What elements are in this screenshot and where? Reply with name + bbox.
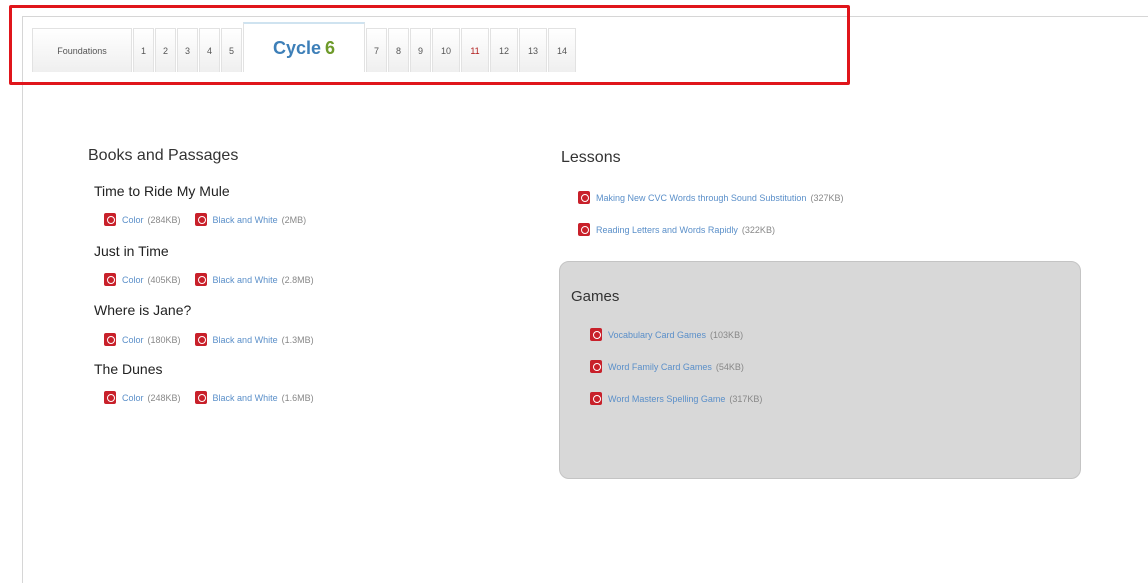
lesson-link[interactable]: Making New CVC Words through Sound Subst… [596,193,806,203]
game-item: Vocabulary Card Games (103KB) [590,328,757,341]
game-link[interactable]: Vocabulary Card Games [608,330,706,340]
pdf-icon [194,391,207,404]
tab-1[interactable]: 1 [133,28,154,72]
pdf-icon [194,333,207,346]
color-link[interactable]: Color [122,393,144,403]
lesson-item: Making New CVC Words through Sound Subst… [578,191,857,204]
tab-5[interactable]: 5 [221,28,242,72]
bw-link[interactable]: Black and White [213,335,278,345]
cycle-tabs: Foundations 1 2 3 4 5 Cycle 6 7 8 9 10 1… [32,22,577,72]
tab-foundations[interactable]: Foundations [32,28,132,72]
pdf-icon [104,273,116,286]
color-link[interactable]: Color [122,215,144,225]
book-title: Just in Time [94,243,169,259]
book-links: Color (248KB) Black and White (1.6MB) [104,391,328,404]
game-link[interactable]: Word Family Card Games [608,362,712,372]
books-section-title: Books and Passages [88,147,239,164]
file-size: (1.6MB) [281,392,314,403]
pdf-icon [194,213,207,226]
pdf-icon [578,223,590,236]
book-title: Time to Ride My Mule [94,183,230,199]
game-item: Word Masters Spelling Game (317KB) [590,392,776,405]
pdf-icon [578,191,590,204]
games-section-title: Games [571,288,620,305]
book-title: The Dunes [94,361,163,377]
file-size: (405KB) [147,274,181,285]
bw-link[interactable]: Black and White [213,393,278,403]
tab-4[interactable]: 4 [199,28,220,72]
pdf-icon [590,360,602,373]
file-size: (2.8MB) [281,274,314,285]
tab-3[interactable]: 3 [177,28,198,72]
file-size: (180KB) [147,334,181,345]
book-title: Where is Jane? [94,302,192,318]
tab-7[interactable]: 7 [366,28,387,72]
bw-link[interactable]: Black and White [213,275,278,285]
lesson-item: Reading Letters and Words Rapidly (322KB… [578,223,789,236]
file-size: (1.3MB) [281,334,314,345]
pdf-icon [104,333,116,346]
tab-11[interactable]: 11 [461,28,489,72]
tab-13[interactable]: 13 [519,28,547,72]
bw-link[interactable]: Black and White [213,215,278,225]
book-links: Color (284KB) Black and White (2MB) [104,213,320,226]
tab-cycle-6[interactable]: Cycle 6 [243,22,365,72]
tab-9[interactable]: 9 [410,28,431,72]
tab-12[interactable]: 12 [490,28,518,72]
file-size: (2MB) [281,214,307,225]
pdf-icon [104,213,116,226]
tab-cycle-number: 6 [325,37,336,58]
pdf-icon [590,392,602,405]
file-size: (248KB) [147,392,181,403]
book-links: Color (405KB) Black and White (2.8MB) [104,273,328,286]
pdf-icon [104,391,116,404]
file-size: (322KB) [741,224,775,235]
tab-cycle-label: Cycle [272,37,322,58]
tab-10[interactable]: 10 [432,28,460,72]
file-size: (327KB) [810,192,844,203]
lessons-section-title: Lessons [561,149,621,166]
file-size: (284KB) [147,214,181,225]
game-link[interactable]: Word Masters Spelling Game [608,394,725,404]
book-links: Color (180KB) Black and White (1.3MB) [104,333,328,346]
pdf-icon [194,273,207,286]
pdf-icon [590,328,602,341]
file-size: (317KB) [729,393,763,404]
game-item: Word Family Card Games (54KB) [590,360,758,373]
tab-14[interactable]: 14 [548,28,576,72]
lesson-link[interactable]: Reading Letters and Words Rapidly [596,225,738,235]
file-size: (54KB) [715,361,744,372]
color-link[interactable]: Color [122,275,144,285]
color-link[interactable]: Color [122,335,144,345]
tab-2[interactable]: 2 [155,28,176,72]
tab-8[interactable]: 8 [388,28,409,72]
file-size: (103KB) [710,329,744,340]
